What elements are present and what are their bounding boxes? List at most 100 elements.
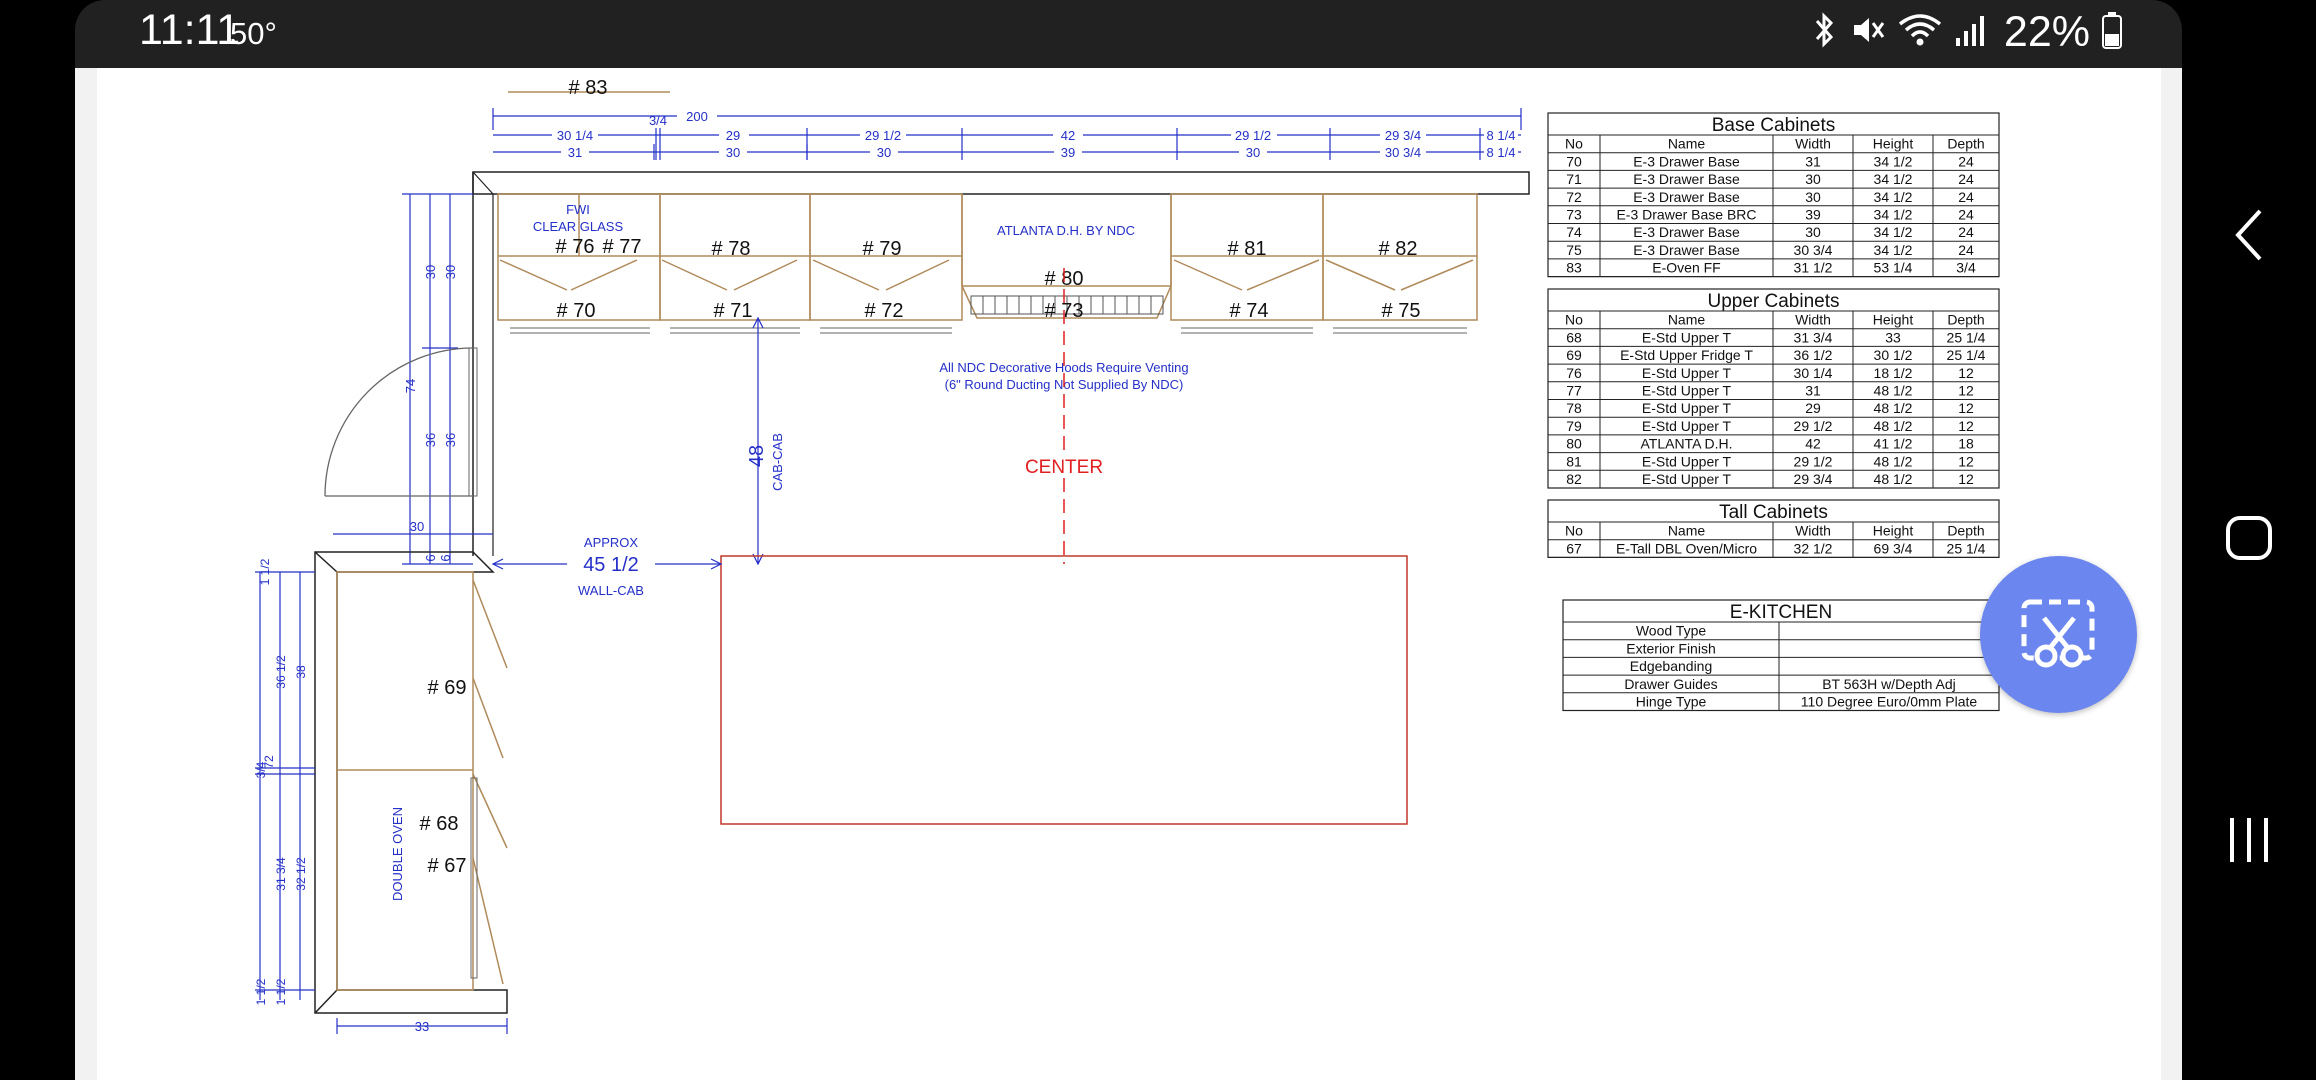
wall-cab-label: WALL-CAB [578,583,644,598]
table-cell: 25 1/4 [1947,347,1986,363]
label-79: # 79 [863,238,902,260]
dim-left-30a: 30 [423,265,438,279]
table-cell: 29 3/4 [1794,471,1833,487]
kitchen-field-label: Edgebanding [1630,658,1713,674]
wifi-icon [1898,12,1942,53]
dim-base-4: 39 [1061,145,1075,160]
table-cell: 31 3/4 [1794,329,1833,345]
kitchen-field-label: Exterior Finish [1626,640,1715,656]
island [720,555,1408,825]
battery-percent: 22% [2003,8,2090,56]
table-cell: 31 [1805,153,1821,169]
table-cell: 12 [1958,365,1974,381]
signal-icon [1954,12,1986,53]
table-cell: 34 1/2 [1874,224,1913,240]
table-cell: 30 1/4 [1794,365,1833,381]
table-cell: E-Std Upper T [1642,365,1732,381]
recents-button[interactable] [2182,770,2316,910]
table-header-cell: Depth [1947,136,1984,152]
scissors-icon [2021,599,2095,668]
table-cell: E-3 Drawer Base [1633,242,1740,258]
table-header-cell: Name [1668,312,1706,328]
table-cell: 48 1/2 [1874,400,1913,416]
status-temperature: 50° [230,16,277,51]
table-cell: 77 [1566,383,1582,399]
dim-tall-a1: 1 1/2 [258,558,272,585]
label-74: # 74 [1230,300,1269,322]
table-cell: 18 1/2 [1874,365,1913,381]
cabinet-schedule-tables: Base Cabinets No Name Width Height Depth 70 E-3… [1547,112,2000,712]
table-header-cell: Name [1668,136,1706,152]
table-cell: E-Tall DBL Oven/Micro [1616,540,1757,556]
dim-tall-b1: 38 [294,665,308,679]
table-cell: E-3 Drawer Base [1633,153,1740,169]
home-icon [2226,516,2272,560]
recents-icon [2230,818,2268,862]
table-cell: 34 1/2 [1874,153,1913,169]
table-header-cell: Name [1668,523,1706,539]
table-cell: 69 [1566,347,1582,363]
table-cell: 53 1/4 [1874,260,1913,276]
dim-upper-8: 8 1/4 [1487,128,1516,143]
table-cell: 69 3/4 [1874,540,1913,556]
label-67: # 67 [428,855,467,877]
table-header-cell: No [1565,523,1583,539]
table-cell: 30 3/4 [1794,242,1833,258]
table-cell: 48 1/2 [1874,383,1913,399]
dim-base-2: 30 [726,145,740,160]
table-header-cell: Height [1873,312,1914,328]
back-button[interactable] [2182,165,2316,305]
kitchen-field-value: 110 Degree Euro/0mm Plate [1801,694,1978,710]
hood-label: ATLANTA D.H. BY NDC [997,223,1135,238]
table-cell: E-Std Upper T [1642,383,1732,399]
bluetooth-icon [1810,12,1838,53]
center-label: CENTER [1025,457,1103,478]
table-header-cell: Height [1873,523,1914,539]
table-cell: 76 [1566,365,1582,381]
table-cell: 33 [1885,329,1901,345]
table-header-cell: Depth [1947,312,1984,328]
table-title-base: Base Cabinets [1712,115,1836,136]
table-header-cell: Depth [1947,523,1984,539]
label-82: # 82 [1379,238,1418,260]
screenshot-capture-button[interactable] [1980,556,2137,713]
table-cell: 25 1/4 [1947,540,1986,556]
dim-upper-4: 29 1/2 [865,128,901,143]
table-cell: E-Std Upper T [1642,329,1732,345]
table-cell: 32 1/2 [1794,540,1833,556]
status-time: 11:11 [139,6,241,54]
dim-upper-5: 42 [1061,128,1075,143]
table-cell: 78 [1566,400,1582,416]
label-68: # 68 [420,813,459,835]
dim-tall-b2: 72 [262,755,276,769]
approx-label: APPROX [584,535,639,550]
dim-upper-2: 3/4 [649,113,667,128]
navigation-bar [2182,0,2316,1080]
table-cell: E-3 Drawer Base BRC [1616,207,1756,223]
table-cell: 41 1/2 [1874,436,1913,452]
table-cell: 12 [1958,418,1974,434]
table-cell: E-Std Upper T [1642,418,1732,434]
drawing-sheet: # 83 200 30 1/4 3/4 29 29 1/2 42 29 1/2 … [97,68,2161,1080]
table-cell: 83 [1566,260,1582,276]
table-cell: 79 [1566,418,1582,434]
table-cell: 12 [1958,383,1974,399]
home-button[interactable] [2182,468,2316,608]
table-cell: 24 [1958,153,1974,169]
dim-base-1: 31 [568,145,582,160]
table-cell: 30 [1805,189,1821,205]
table-cell: 34 1/2 [1874,242,1913,258]
dim-upper-6: 29 1/2 [1235,128,1271,143]
table-cell: 34 1/2 [1874,171,1913,187]
table-cell: 12 [1958,400,1974,416]
battery-icon [2102,11,2122,54]
table-cell: 30 [1805,224,1821,240]
table-cell: ATLANTA D.H. [1640,436,1732,452]
label-72: # 72 [865,300,904,322]
kitchen-field-label: Hinge Type [1636,694,1707,710]
table-cell: 68 [1566,329,1582,345]
clear-glass-note: CLEAR GLASS [533,219,624,234]
dim-left-36a: 36 [423,433,438,447]
table-header-cell: No [1565,312,1583,328]
table-cell: E-Std Upper T [1642,400,1732,416]
